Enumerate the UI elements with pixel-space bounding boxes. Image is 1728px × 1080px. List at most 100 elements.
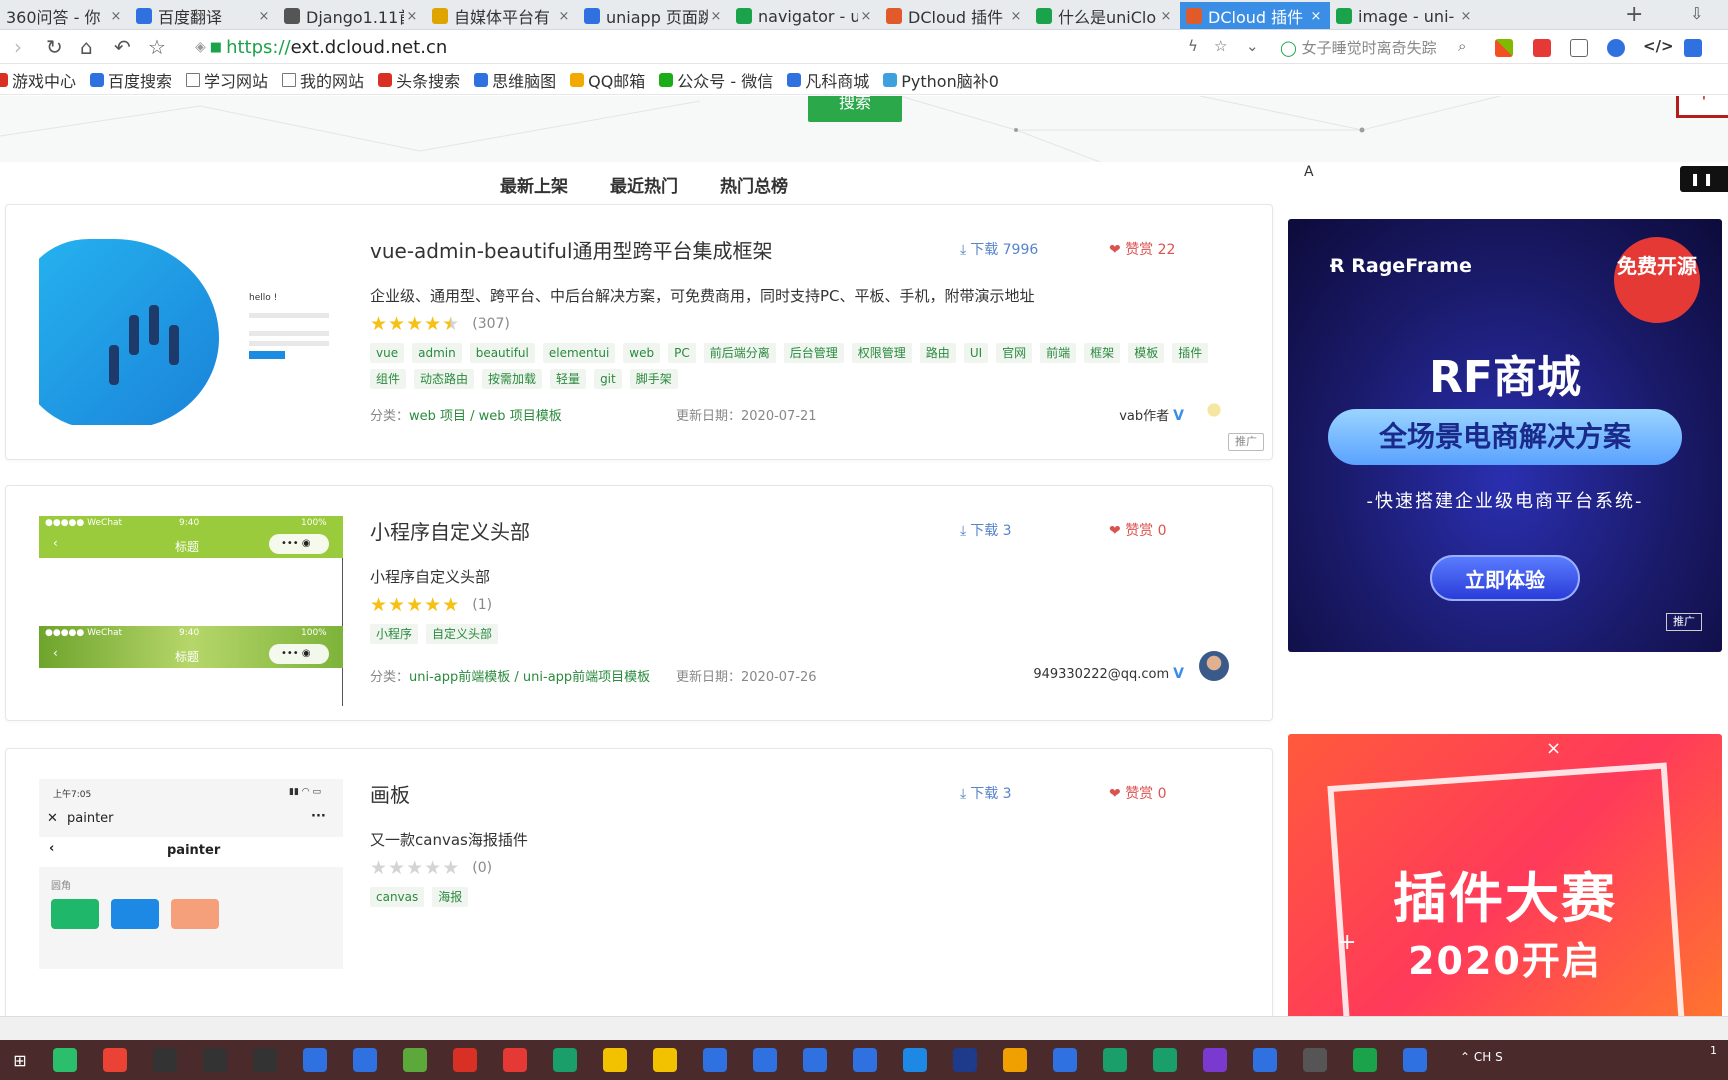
taskbar-app[interactable]: [1095, 1045, 1135, 1075]
category-link[interactable]: web 项目 / web 项目模板: [409, 409, 562, 424]
tag[interactable]: 小程序: [370, 624, 419, 644]
home-icon[interactable]: ⌂: [80, 34, 93, 60]
bookmark-item[interactable]: 头条搜索: [378, 68, 460, 92]
plugin-card[interactable]: ●●●●● WeChat 9:40 100% ‹ 标题 ••• ◉ ●●●●● WeChat…: [5, 485, 1273, 721]
author-name[interactable]: 949330222@qq.com V: [1033, 666, 1184, 682]
tag[interactable]: canvas: [370, 887, 425, 907]
bookmark-item[interactable]: 我的网站: [282, 68, 364, 92]
tag[interactable]: 海报: [432, 887, 469, 907]
ad-rf-mall[interactable]: Ɍ RageFrame 免费开源 RF商城 全场景电商解决方案 -快速搭建企业级…: [1288, 219, 1722, 652]
taskbar-app[interactable]: [745, 1045, 785, 1075]
plugin-card[interactable]: 上午7:05 ▮▮ ◠ ▭ ✕ painter ··· ‹ painter 圆角 画板 ⤓ 下载 3…: [5, 748, 1273, 1044]
taskbar-app[interactable]: [1395, 1045, 1435, 1075]
system-tray[interactable]: ⌃ CH S: [1460, 1050, 1503, 1064]
tab-menu-icon[interactable]: ⇩: [1690, 4, 1703, 23]
dropdown-icon[interactable]: ⌄: [1246, 37, 1259, 55]
tab-close-icon[interactable]: ×: [708, 9, 724, 24]
bookmark-item[interactable]: Python脑补0: [883, 68, 999, 92]
taskbar-app[interactable]: [445, 1045, 485, 1075]
browser-tab[interactable]: DCloud 插件 ×: [880, 2, 1030, 29]
carousel-pause-control[interactable]: ❚❚ ■: [1680, 166, 1728, 212]
download-extension-icon[interactable]: [1684, 39, 1702, 57]
tab-close-icon[interactable]: ×: [1008, 9, 1024, 24]
tab-close-icon[interactable]: ×: [404, 9, 420, 24]
like-count[interactable]: ❤ 赞赏 0: [1109, 783, 1167, 803]
taskbar-app[interactable]: [1245, 1045, 1285, 1075]
taskbar-app[interactable]: [995, 1045, 1035, 1075]
tag[interactable]: vue: [370, 343, 405, 363]
author-avatar[interactable]: [1199, 651, 1229, 681]
taskbar-app[interactable]: [895, 1045, 935, 1075]
tag[interactable]: 框架: [1084, 343, 1121, 363]
plugin-title[interactable]: 画板: [370, 779, 410, 808]
game-extension-icon[interactable]: [1533, 39, 1551, 57]
taskbar-app[interactable]: [395, 1045, 435, 1075]
download-count[interactable]: ⤓ 下载 3: [960, 520, 1012, 540]
tab-close-icon[interactable]: ×: [858, 9, 874, 24]
tag[interactable]: elementui: [542, 343, 616, 363]
taskbar-app[interactable]: [345, 1045, 385, 1075]
flash-icon[interactable]: ϟ: [1188, 37, 1198, 55]
tag[interactable]: 前端: [1040, 343, 1077, 363]
browser-tab[interactable]: uniapp 页面跳 ×: [578, 2, 730, 29]
tag[interactable]: 组件: [370, 369, 407, 389]
ad-close-icon[interactable]: ×: [1546, 738, 1561, 759]
bookmark-item[interactable]: 凡科商城: [787, 68, 869, 92]
forward-icon[interactable]: ›: [14, 34, 22, 60]
windows-extension-icon[interactable]: [1495, 39, 1513, 57]
like-count[interactable]: ❤ 赞赏 22: [1109, 239, 1175, 259]
taskbar-app[interactable]: [1045, 1045, 1085, 1075]
bookmark-item[interactable]: 百度搜索: [90, 68, 172, 92]
taskbar-app[interactable]: [645, 1045, 685, 1075]
clock[interactable]: 1: [1710, 1044, 1717, 1058]
taskbar-app[interactable]: [695, 1045, 735, 1075]
category-link[interactable]: uni-app前端模板 / uni-app前端项目模板: [409, 670, 650, 685]
taskbar-app[interactable]: [1295, 1045, 1335, 1075]
taskbar-app[interactable]: [545, 1045, 585, 1075]
search-icon[interactable]: ⌕: [1458, 37, 1466, 55]
bookmark-item[interactable]: 游戏中心: [0, 68, 76, 92]
tab-close-icon[interactable]: ×: [1458, 9, 1474, 24]
taskbar-app[interactable]: [1195, 1045, 1235, 1075]
tag[interactable]: 权限管理: [851, 343, 912, 363]
plugin-title[interactable]: 小程序自定义头部: [370, 516, 530, 545]
undo-icon[interactable]: ↶: [114, 34, 131, 60]
taskbar-app[interactable]: [295, 1045, 335, 1075]
taskbar-app[interactable]: [95, 1045, 135, 1075]
bookmark-star-icon[interactable]: ☆: [148, 34, 166, 60]
taskbar-app[interactable]: [145, 1045, 185, 1075]
taskbar-app[interactable]: [945, 1045, 985, 1075]
plugin-thumbnail[interactable]: 上午7:05 ▮▮ ◠ ▭ ✕ painter ··· ‹ painter 圆角: [39, 779, 343, 969]
tag[interactable]: 官网: [996, 343, 1033, 363]
tag[interactable]: 前后端分离: [703, 343, 776, 363]
taskbar-app[interactable]: [45, 1045, 85, 1075]
sync-extension-icon[interactable]: [1607, 39, 1625, 57]
tag[interactable]: 轻量: [550, 369, 587, 389]
taskbar-app[interactable]: [595, 1045, 635, 1075]
tag[interactable]: 动态路由: [414, 369, 475, 389]
task-view-icon[interactable]: ⊞: [0, 1051, 40, 1070]
refresh-icon[interactable]: ↻: [46, 34, 63, 60]
tag[interactable]: beautiful: [469, 343, 535, 363]
devtools-icon[interactable]: </>: [1643, 37, 1674, 55]
language-seal-icon[interactable]: 中: [1676, 96, 1728, 118]
tab-close-icon[interactable]: ×: [556, 9, 572, 24]
browser-tab[interactable]: navigator - u ×: [730, 2, 880, 29]
author-avatar[interactable]: [1199, 395, 1229, 425]
tag[interactable]: 按需加载: [482, 369, 543, 389]
tag[interactable]: web: [623, 343, 661, 363]
plugin-title[interactable]: vue-admin-beautiful通用型跨平台集成框架: [370, 235, 773, 264]
tab-close-icon[interactable]: ×: [1308, 9, 1324, 24]
tag[interactable]: 路由: [919, 343, 956, 363]
tag[interactable]: 插件: [1172, 343, 1209, 363]
tab-close-icon[interactable]: ×: [1158, 9, 1174, 24]
bookmark-item[interactable]: 学习网站: [186, 68, 268, 92]
tag[interactable]: 自定义头部: [426, 624, 499, 644]
bookmark-item[interactable]: 公众号 - 微信: [659, 68, 773, 92]
tag[interactable]: 后台管理: [783, 343, 844, 363]
taskbar-app[interactable]: [495, 1045, 535, 1075]
tab-close-icon[interactable]: ×: [108, 9, 124, 24]
like-count[interactable]: ❤ 赞赏 0: [1109, 520, 1167, 540]
search-button[interactable]: 搜索: [808, 96, 902, 122]
download-count[interactable]: ⤓ 下载 7996: [960, 239, 1038, 259]
